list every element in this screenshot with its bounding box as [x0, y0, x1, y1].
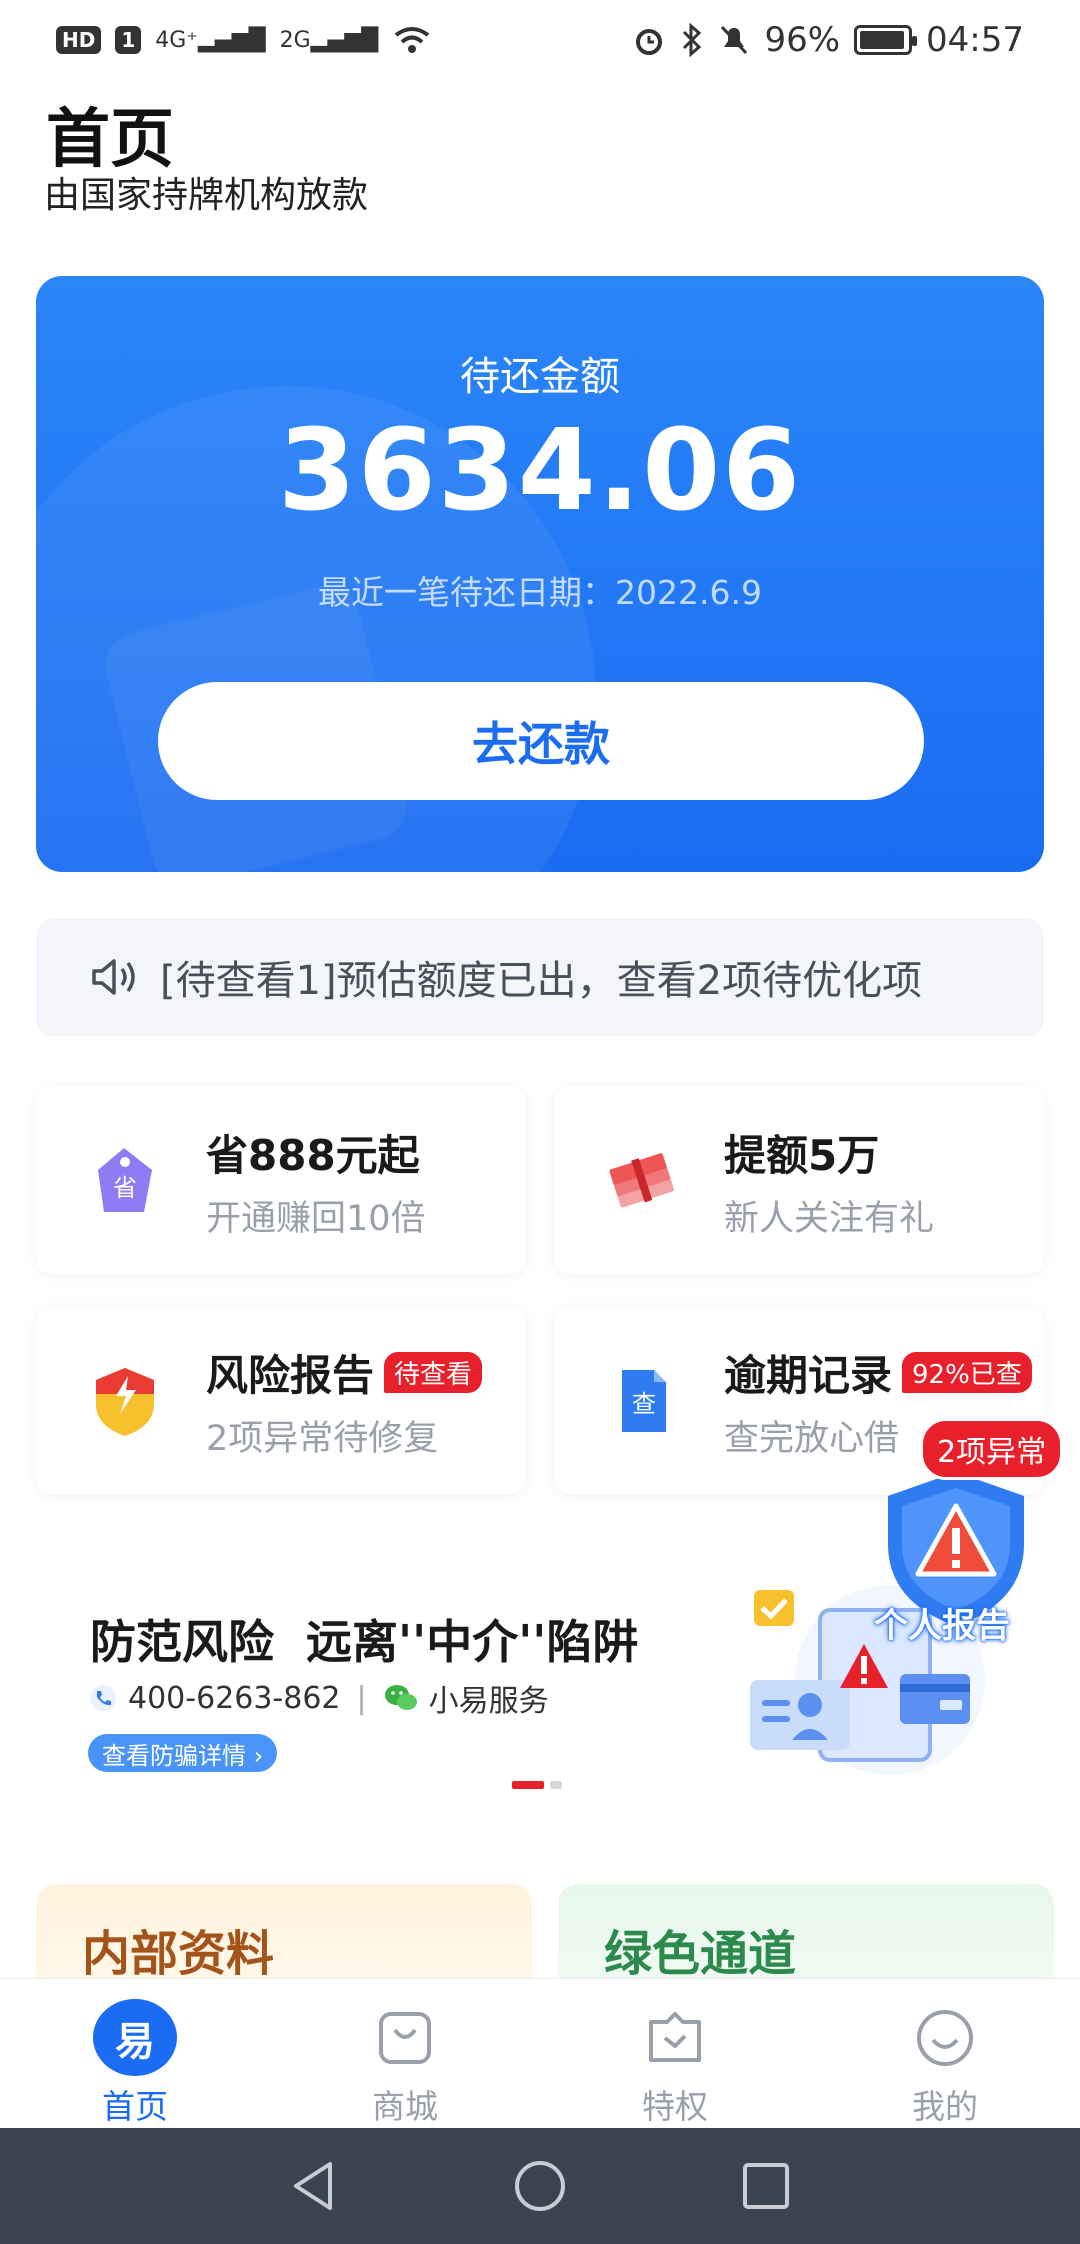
sim-indicator: 1: [115, 26, 142, 54]
feature-title: 提额5万: [724, 1131, 880, 1180]
battery-icon: [854, 25, 918, 55]
hd-indicator: HD: [56, 26, 102, 54]
repay-label: 待还金额: [460, 354, 620, 400]
status-left: HD 1 4G⁺▂▄▆█ 2G▂▄▆█: [56, 25, 432, 55]
repay-card: 待还金额 3634.06 最近一笔待还日期：2022.6.9 去还款: [36, 276, 1044, 872]
back-icon[interactable]: [286, 2158, 342, 2214]
mute-icon: [721, 25, 748, 55]
tag-icon: 省: [98, 1148, 152, 1212]
checked-badge: 92%已查: [902, 1352, 1032, 1393]
shield-icon: [96, 1368, 154, 1436]
notice-text: [待查看1]预估额度已出，查看2项待优化项: [160, 958, 923, 1004]
feature-title: 省888元起: [206, 1131, 420, 1180]
status-right: 96% 04:57: [632, 20, 1024, 60]
feature-subtitle: 2项异常待修复: [206, 1419, 439, 1459]
feature-subtitle: 新人关注有礼: [724, 1199, 935, 1239]
wifi-icon: [395, 27, 430, 53]
personal-report-float[interactable]: 2项异常 个人报告: [868, 1418, 1068, 1646]
page-dot: [550, 1781, 562, 1789]
tab-home[interactable]: 易 首页: [0, 1979, 270, 2128]
wechat-account: 小易服务: [428, 1684, 549, 1719]
page-subtitle: 由国家持牌机构放款: [44, 175, 369, 216]
notice-bar[interactable]: [待查看1]预估额度已出，查看2项待优化项: [36, 918, 1044, 1036]
clock: 04:57: [926, 20, 1024, 60]
bluetooth-icon: [683, 23, 702, 57]
status-bar: HD 1 4G⁺▂▄▆█ 2G▂▄▆█ 96% 04:57: [0, 0, 1080, 80]
promo-label: 内部资料: [82, 1926, 275, 1982]
signal-2g-icon: 2G▂▄▆█: [279, 27, 379, 53]
signal-4g-icon: 4G⁺▂▄▆█: [155, 27, 266, 53]
shopping-bag-icon: [363, 1999, 447, 2076]
document-icon: 查: [622, 1370, 666, 1432]
hotline-number: 400-6263-862: [128, 1680, 341, 1716]
home-logo-icon: 易: [93, 1999, 177, 2076]
feature-risk-report-card[interactable]: 风险报告 待查看 2项异常待修复: [36, 1306, 526, 1494]
feature-subtitle: 开通赚回10倍: [206, 1199, 426, 1239]
repay-date: 最近一笔待还日期：2022.6.9: [318, 573, 762, 612]
feature-save-card[interactable]: 省 省888元起 开通赚回10倍: [36, 1086, 526, 1274]
abnormal-count-bubble: 2项异常: [920, 1418, 1064, 1480]
recents-square-icon[interactable]: [738, 2158, 794, 2214]
banner-title: 防范风险 远离''中介''陷阱: [90, 1615, 639, 1669]
home-circle-icon[interactable]: [512, 2158, 568, 2214]
tab-label: 商城: [372, 2087, 438, 2126]
banner-pagination: [512, 1781, 562, 1789]
contact-separator: |: [356, 1680, 367, 1716]
system-navigation-bar: [0, 2128, 1080, 2244]
repay-amount: 3634.06: [277, 406, 803, 536]
tab-label: 我的: [912, 2087, 978, 2126]
banner-contact: 400-6263-862 | 小易服务: [88, 1676, 549, 1720]
smiley-icon: [903, 1999, 987, 2076]
anti-fraud-details-button[interactable]: 查看防骗详情 ›: [88, 1734, 278, 1772]
cash-stack-icon: [609, 1153, 675, 1208]
promo-label: 绿色通道: [604, 1926, 797, 1982]
privilege-box-icon: [633, 1999, 717, 2076]
feature-title: 逾期记录 92%已查: [724, 1342, 1032, 1403]
feature-title: 风险报告 待查看: [206, 1342, 483, 1403]
wechat-icon: [384, 1685, 417, 1710]
tab-privilege[interactable]: 特权: [540, 1979, 810, 2128]
repay-button[interactable]: 去还款: [158, 682, 924, 800]
svg-text:查: 查: [632, 1390, 656, 1418]
tab-mine[interactable]: 我的: [810, 1979, 1080, 2128]
tab-label: 首页: [102, 2087, 168, 2126]
tab-mall[interactable]: 商城: [270, 1979, 540, 2128]
pending-badge: 待查看: [384, 1352, 483, 1393]
speaker-icon: [92, 959, 135, 995]
personal-report-label: 个人报告: [874, 1606, 1010, 1646]
battery-percent: 96%: [764, 20, 841, 60]
svg-text:省: 省: [113, 1174, 137, 1202]
alarm-icon: [636, 29, 663, 55]
page-dot-active: [512, 1781, 544, 1789]
phone-icon: [90, 1685, 116, 1711]
bottom-tab-bar: 易 首页 商城 特权 我的: [0, 1978, 1080, 2128]
tab-label: 特权: [642, 2087, 708, 2126]
feature-limit-card[interactable]: 提额5万 新人关注有礼: [554, 1086, 1044, 1274]
